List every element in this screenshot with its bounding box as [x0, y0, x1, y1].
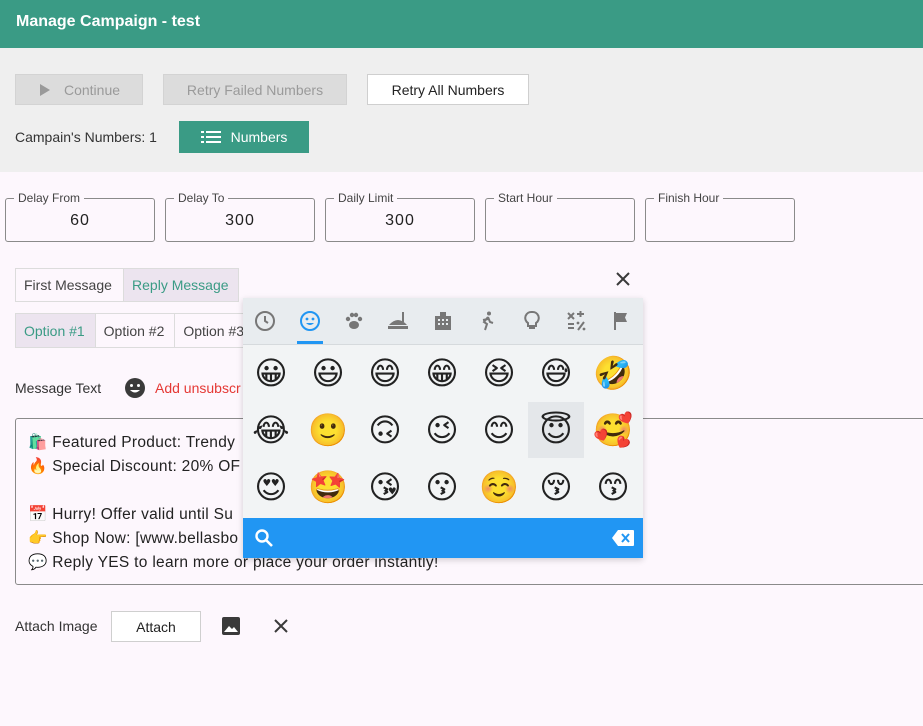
backspace-icon[interactable]	[611, 529, 635, 547]
delay-to-value: 300	[225, 212, 255, 229]
start-hour-label: Start Hour	[494, 191, 557, 205]
emoji-picker: 😀 😃 😄 😁 😆 😅 🤣 😂 🙂 🙃 😉 😊 😇 🥰 😍 🤩 😘 😗 ☺️ 😚…	[243, 298, 643, 558]
emoji-cell[interactable]: 🥰	[585, 402, 641, 458]
finish-hour-field[interactable]: Finish Hour	[645, 191, 795, 242]
play-icon	[39, 83, 50, 96]
emoji-cell[interactable]: 😉	[414, 402, 470, 458]
emoji-cell[interactable]: 🤣	[585, 345, 641, 401]
daily-limit-value: 300	[385, 212, 415, 229]
delay-from-field[interactable]: Delay From 60	[5, 191, 155, 242]
numbers-label: Numbers	[230, 129, 288, 145]
numbers-count-label: Campain's Numbers: 1	[15, 129, 157, 145]
delay-from-label: Delay From	[14, 191, 85, 205]
emoji-cell[interactable]: 😍	[243, 459, 299, 515]
active-category-indicator	[297, 341, 323, 344]
emoji-grid: 😀 😃 😄 😁 😆 😅 🤣 😂 🙂 🙃 😉 😊 😇 🥰 😍 🤩 😘 😗 ☺️ 😚…	[243, 345, 643, 518]
symbols-icon[interactable]	[561, 306, 591, 336]
emoji-cell[interactable]: ☺️	[471, 459, 527, 515]
retry-failed-button[interactable]: Retry Failed Numbers	[163, 74, 347, 105]
message-text-label: Message Text	[15, 380, 102, 396]
tab-first-message[interactable]: First Message	[16, 269, 125, 301]
emoji-category-bar	[243, 298, 643, 345]
emoji-cell[interactable]: 😊	[471, 402, 527, 458]
attach-label: Attach	[136, 618, 176, 635]
bulb-icon[interactable]	[517, 306, 547, 336]
runner-icon[interactable]	[472, 306, 502, 336]
emoji-cell[interactable]: 😘	[357, 459, 413, 515]
paw-icon[interactable]	[339, 306, 369, 336]
food-icon[interactable]	[383, 306, 413, 336]
emoji-cell[interactable]: 😃	[300, 345, 356, 401]
emoji-cell[interactable]: 😅	[528, 345, 584, 401]
retry-all-button[interactable]: Retry All Numbers	[367, 74, 529, 105]
image-icon[interactable]	[221, 616, 241, 636]
message-tabs: First Message Reply Message	[15, 268, 239, 302]
smiley-category-icon[interactable]	[295, 306, 325, 336]
emoji-cell[interactable]: 😙	[585, 459, 641, 515]
finish-hour-label: Finish Hour	[654, 191, 724, 205]
delay-to-label: Delay To	[174, 191, 229, 205]
action-area	[0, 48, 923, 172]
numbers-button[interactable]: Numbers	[179, 121, 309, 153]
delay-to-field[interactable]: Delay To 300	[165, 191, 315, 242]
emoji-cell[interactable]: 😚	[528, 459, 584, 515]
emoji-cell[interactable]: 😂	[243, 402, 299, 458]
emoji-cell[interactable]: 😆	[471, 345, 527, 401]
retry-failed-label: Retry Failed Numbers	[186, 81, 324, 98]
tab-option-2[interactable]: Option #2	[96, 314, 176, 347]
list-icon	[200, 131, 221, 143]
delay-from-value: 60	[70, 212, 90, 229]
remove-image-icon[interactable]	[273, 618, 289, 634]
retry-all-label: Retry All Numbers	[391, 81, 505, 98]
start-hour-field[interactable]: Start Hour	[485, 191, 635, 242]
emoji-cell-selected[interactable]: 😇	[528, 402, 584, 458]
building-icon[interactable]	[428, 306, 458, 336]
close-picker-icon[interactable]	[615, 271, 631, 287]
emoji-cell[interactable]: 🙃	[357, 402, 413, 458]
emoji-search-bar[interactable]	[243, 518, 643, 558]
emoji-cell[interactable]: 😗	[414, 459, 470, 515]
emoji-cell[interactable]: 🤩	[300, 459, 356, 515]
smiley-icon[interactable]	[124, 377, 146, 399]
tab-option-1[interactable]: Option #1	[16, 314, 96, 347]
add-unsubscribe-link[interactable]: Add unsubscr	[155, 380, 241, 396]
tab-reply-message[interactable]: Reply Message	[124, 269, 238, 301]
emoji-cell[interactable]: 😄	[357, 345, 413, 401]
title-bar: Manage Campaign - test	[0, 0, 923, 48]
clock-icon[interactable]	[250, 306, 280, 336]
emoji-cell[interactable]: 😀	[243, 345, 299, 401]
attach-image-label: Attach Image	[15, 618, 98, 634]
daily-limit-label: Daily Limit	[334, 191, 398, 205]
search-icon	[255, 529, 273, 547]
emoji-cell[interactable]: 🙂	[300, 402, 356, 458]
flag-icon[interactable]	[606, 306, 636, 336]
continue-button[interactable]: Continue	[15, 74, 143, 105]
page-title: Manage Campaign - test	[16, 13, 201, 30]
continue-label: Continue	[63, 81, 121, 98]
daily-limit-field[interactable]: Daily Limit 300	[325, 191, 475, 242]
emoji-cell[interactable]: 😁	[414, 345, 470, 401]
option-tabs: Option #1 Option #2 Option #3	[15, 313, 255, 348]
attach-button[interactable]: Attach	[111, 611, 201, 642]
